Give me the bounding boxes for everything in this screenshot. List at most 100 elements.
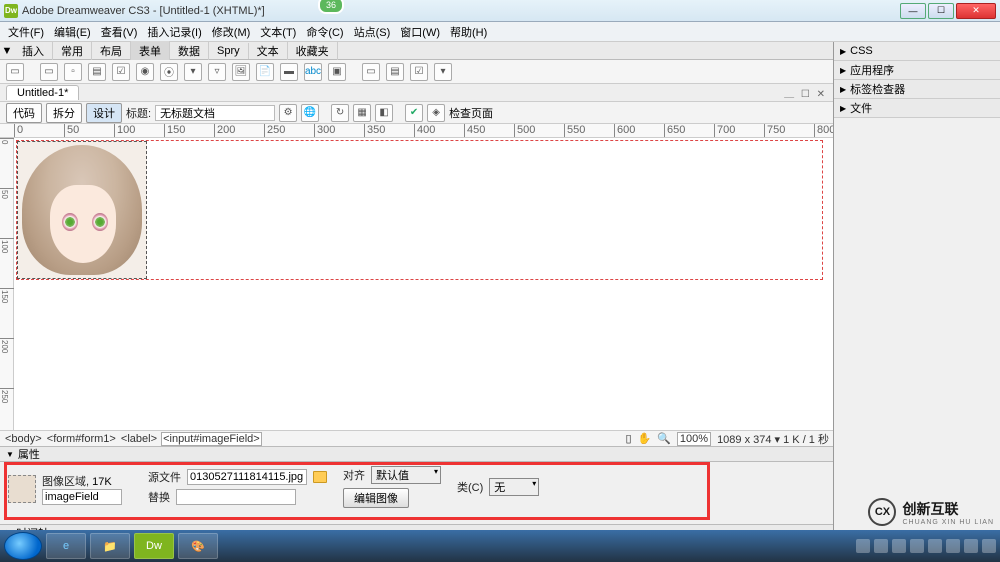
panel-app[interactable]: ▶应用程序: [834, 61, 1000, 79]
thumbnail-icon: [8, 475, 36, 503]
imagefield-icon[interactable]: 🖼: [232, 63, 250, 81]
panel-files[interactable]: ▶文件: [834, 99, 1000, 117]
tray-icon[interactable]: [928, 539, 942, 553]
task-explorer[interactable]: 📁: [90, 533, 130, 559]
title-input[interactable]: [155, 105, 275, 121]
menu-help[interactable]: 帮助(H): [446, 22, 491, 42]
design-canvas[interactable]: [14, 138, 833, 430]
menu-site[interactable]: 站点(S): [350, 22, 395, 42]
textfield-icon[interactable]: ▭: [40, 63, 58, 81]
src-input[interactable]: [187, 469, 307, 485]
tab-favorites[interactable]: 收藏夹: [288, 41, 338, 61]
menu-edit[interactable]: 编辑(E): [50, 22, 95, 42]
preview-icon[interactable]: 🌐: [301, 104, 319, 122]
task-paint[interactable]: 🎨: [178, 533, 218, 559]
hand-tool-icon[interactable]: ✋: [638, 432, 652, 445]
menu-commands[interactable]: 命令(C): [302, 22, 347, 42]
tray-icon[interactable]: [946, 539, 960, 553]
view-design-button[interactable]: 设计: [86, 103, 122, 123]
visual-aids-icon[interactable]: ◧: [375, 104, 393, 122]
tab-spry[interactable]: Spry: [209, 43, 249, 59]
label-icon[interactable]: abc: [304, 63, 322, 81]
spry-validate-textarea-icon[interactable]: ▤: [386, 63, 404, 81]
spry-validate-checkbox-icon[interactable]: ☑: [410, 63, 428, 81]
insert-collapse-icon[interactable]: ▼: [0, 45, 14, 57]
minimize-button[interactable]: —: [900, 3, 926, 19]
view-code-button[interactable]: 代码: [6, 103, 42, 123]
radio-icon[interactable]: ◉: [136, 63, 154, 81]
document-tab[interactable]: Untitled-1*: [6, 85, 79, 100]
radiogroup-icon[interactable]: ⦿: [160, 63, 178, 81]
tray-icon[interactable]: [856, 539, 870, 553]
check-icon[interactable]: ◈: [427, 104, 445, 122]
taskbar: e 📁 Dw 🎨: [0, 530, 1000, 562]
zoom-tool-icon[interactable]: 🔍: [657, 432, 671, 445]
tab-text[interactable]: 文本: [249, 41, 288, 61]
filefield-icon[interactable]: 📄: [256, 63, 274, 81]
file-mgmt-icon[interactable]: ⚙: [279, 104, 297, 122]
menu-insert[interactable]: 插入记录(I): [143, 22, 205, 42]
class-select[interactable]: 无: [489, 478, 539, 496]
close-button[interactable]: ✕: [956, 3, 996, 19]
menu-modify[interactable]: 修改(M): [208, 22, 255, 42]
dimensions-label[interactable]: 1089 x 374 ▾ 1 K / 1 秒: [717, 431, 829, 447]
tab-insert[interactable]: 插入: [14, 41, 53, 61]
fieldset-icon[interactable]: ▣: [328, 63, 346, 81]
menu-view[interactable]: 查看(V): [97, 22, 142, 42]
alt-input[interactable]: [176, 489, 296, 505]
zoom-select[interactable]: 100%: [677, 432, 711, 446]
check-page-label[interactable]: 检查页面: [449, 105, 493, 121]
select-tool-icon[interactable]: ▯: [625, 432, 631, 445]
panel-tag[interactable]: ▶标签检查器: [834, 80, 1000, 98]
align-select[interactable]: 默认值: [371, 466, 441, 484]
menu-bar: 文件(F) 编辑(E) 查看(V) 插入记录(I) 修改(M) 文本(T) 命令…: [0, 22, 1000, 42]
tab-layout[interactable]: 布局: [92, 41, 131, 61]
app-logo-icon: Dw: [4, 4, 18, 18]
menu-file[interactable]: 文件(F): [4, 22, 48, 42]
view-options-icon[interactable]: ▦: [353, 104, 371, 122]
system-tray[interactable]: [856, 539, 996, 553]
hidden-icon[interactable]: ▫: [64, 63, 82, 81]
document-tabs: Untitled-1* ＿ ☐ ✕: [0, 84, 833, 102]
placeholder-image: [22, 145, 142, 275]
tray-icon[interactable]: [982, 539, 996, 553]
spry-validate-text-icon[interactable]: ▭: [362, 63, 380, 81]
form-element[interactable]: [16, 140, 823, 280]
view-split-button[interactable]: 拆分: [46, 103, 82, 123]
doc-window-controls[interactable]: ＿ ☐ ✕: [784, 85, 827, 100]
spry-validate-select-icon[interactable]: ▾: [434, 63, 452, 81]
status-bar: <body> <form#form1> <label> <input#image…: [0, 430, 833, 446]
form-icon[interactable]: ▭: [6, 63, 24, 81]
checkbox-icon[interactable]: ☑: [112, 63, 130, 81]
horizontal-ruler: 0501001502002503003504004505005506006507…: [0, 124, 833, 138]
validate-icon[interactable]: ✔: [405, 104, 423, 122]
jumpmenu-icon[interactable]: ▿: [208, 63, 226, 81]
title-bar: Dw Adobe Dreamweaver CS3 - [Untitled-1 (…: [0, 0, 1000, 22]
panel-css[interactable]: ▶CSS: [834, 42, 1000, 60]
tag-selector[interactable]: <body> <form#form1> <label> <input#image…: [4, 433, 262, 445]
field-name-input[interactable]: [42, 489, 122, 505]
tray-icon[interactable]: [892, 539, 906, 553]
tab-common[interactable]: 常用: [53, 41, 92, 61]
browse-folder-icon[interactable]: [313, 471, 327, 483]
maximize-button[interactable]: ☐: [928, 3, 954, 19]
task-ie[interactable]: e: [46, 533, 86, 559]
tray-icon[interactable]: [964, 539, 978, 553]
menu-text[interactable]: 文本(T): [256, 22, 300, 42]
tab-forms[interactable]: 表单: [131, 41, 170, 61]
task-dreamweaver[interactable]: Dw: [134, 533, 174, 559]
textarea-icon[interactable]: ▤: [88, 63, 106, 81]
button-icon[interactable]: ▬: [280, 63, 298, 81]
refresh-icon[interactable]: ↻: [331, 104, 349, 122]
select-icon[interactable]: ▾: [184, 63, 202, 81]
start-button[interactable]: [4, 532, 42, 560]
notification-badge: 36: [318, 0, 344, 14]
edit-image-button[interactable]: 编辑图像: [343, 488, 409, 508]
tray-icon[interactable]: [910, 539, 924, 553]
tab-data[interactable]: 数据: [170, 41, 209, 61]
file-size: 17K: [92, 476, 112, 488]
menu-window[interactable]: 窗口(W): [396, 22, 444, 42]
tray-icon[interactable]: [874, 539, 888, 553]
properties-header[interactable]: ▼ 属性: [0, 446, 833, 462]
image-field-element[interactable]: [17, 141, 147, 279]
